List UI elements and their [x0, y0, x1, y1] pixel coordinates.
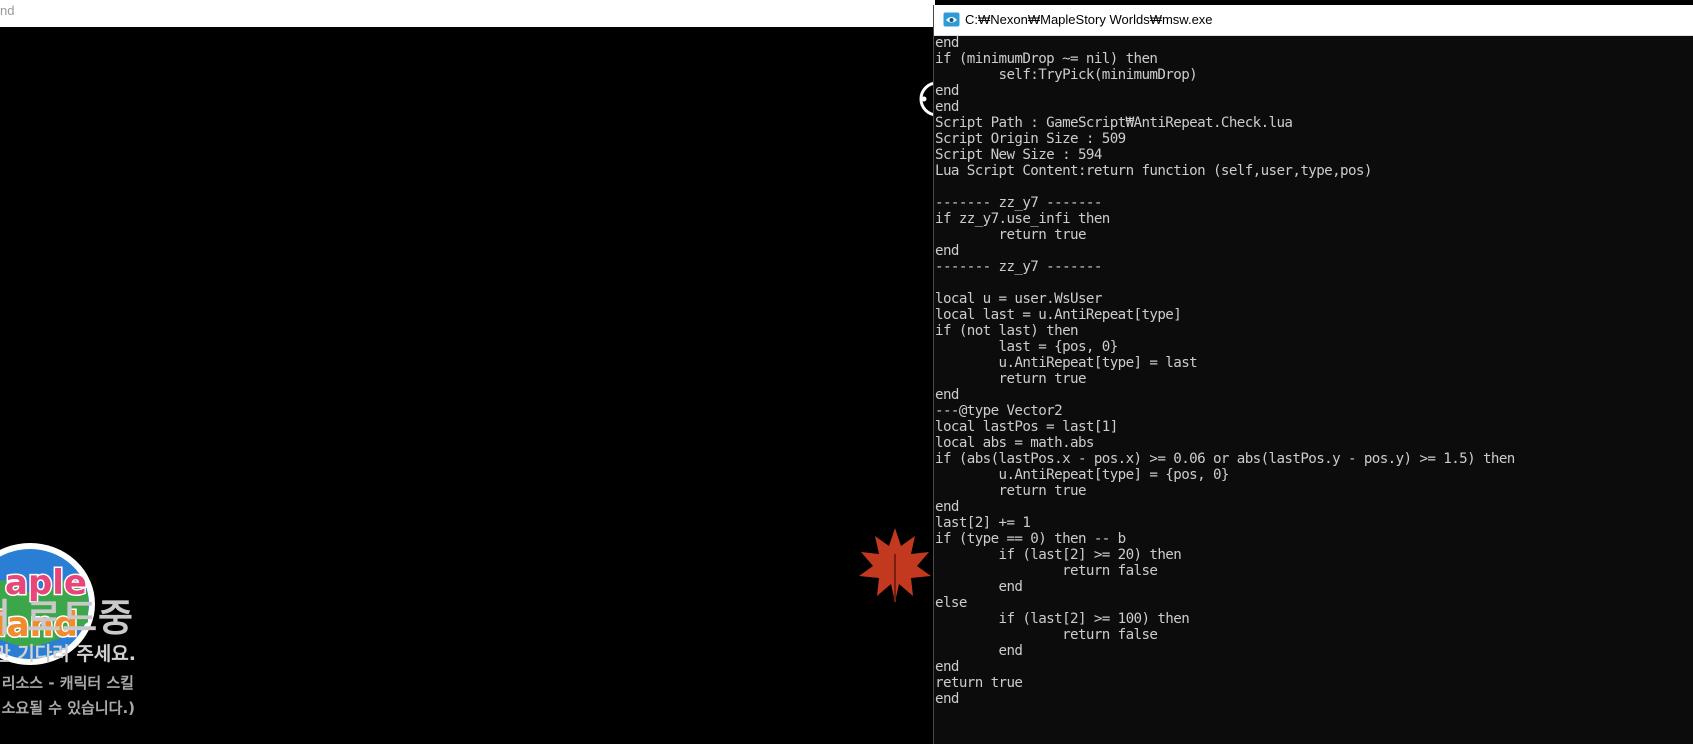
console-window[interactable]: C:₩Nexon₩MapleStory Worlds₩msw.exe end if… — [933, 5, 1693, 744]
console-line: last = {pos, 0} — [935, 339, 1119, 355]
console-line: local lastPos = last[1] — [935, 419, 1118, 435]
console-line: return false — [935, 563, 1158, 579]
desktop: nd aple land 데이터 로드중 잠시만 기다려 주세요. 불러오는 중… — [0, 0, 1693, 744]
console-line: else — [935, 595, 967, 611]
console-titlebar[interactable]: C:₩Nexon₩MapleStory Worlds₩msw.exe — [934, 5, 1693, 36]
console-line: local last = u.AntiRepeat[type] — [935, 307, 1182, 323]
console-line: return true — [935, 227, 1087, 243]
console-line: end — [935, 579, 1023, 595]
console-line: u.AntiRepeat[type] = {pos, 0} — [935, 467, 1230, 483]
console-line: if (type == 0) then -- b — [935, 531, 1126, 547]
console-line: ---@type Vector2 — [935, 403, 1063, 419]
console-line: local abs = math.abs — [935, 435, 1094, 451]
console-line: if (last[2] >= 100) then — [935, 611, 1190, 627]
console-line: Script Path : GameScript₩AntiRepeat.Chec… — [935, 115, 1293, 131]
game-window-title: nd — [0, 3, 15, 18]
loading-resource-status: 불러오는 중: 리소스 - 캐릭터 스킬 — [0, 674, 134, 692]
console-line: end — [935, 35, 959, 51]
game-loading-screen: aple land 데이터 로드중 잠시만 기다려 주세요. 불러오는 중: 리… — [0, 27, 955, 744]
console-line: if (minimumDrop ~= nil) then — [935, 51, 1158, 67]
console-line: if (last[2] >= 20) then — [935, 547, 1182, 563]
console-line: end — [935, 387, 959, 403]
console-line: Lua Script Content:return function (self… — [935, 163, 1372, 179]
loading-note: (리소스 다운로드에 다소 시간이 소요될 수 있습니다.) — [0, 699, 135, 717]
console-line: if zz_y7.use_infi then — [935, 211, 1110, 227]
console-line: self:TryPick(minimumDrop) — [935, 67, 1198, 83]
console-line: if (abs(lastPos.x - pos.x) >= 0.06 or ab… — [935, 451, 1515, 467]
console-line: end — [935, 691, 959, 707]
console-title: C:₩Nexon₩MapleStory Worlds₩msw.exe — [965, 12, 1213, 27]
loading-subtitle: 잠시만 기다려 주세요. — [0, 643, 136, 665]
loading-title: 데이터 로드중 — [0, 596, 134, 640]
console-line: end — [935, 643, 1023, 659]
game-window-titlebar[interactable]: nd — [0, 0, 935, 28]
console-app-icon — [943, 12, 960, 27]
console-output[interactable]: end if (minimumDrop ~= nil) then self:Try… — [935, 35, 1690, 740]
console-line: u.AntiRepeat[type] = last — [935, 355, 1198, 371]
console-line: end — [935, 83, 959, 99]
console-line: return false — [935, 627, 1158, 643]
console-line: end — [935, 659, 959, 675]
console-line: Script New Size : 594 — [935, 147, 1102, 163]
maple-leaf-icon — [859, 528, 931, 602]
console-line: ------- zz_y7 ------- — [935, 195, 1102, 211]
console-line: ------- zz_y7 ------- — [935, 259, 1102, 275]
console-line: local u = user.WsUser — [935, 291, 1102, 307]
console-line: end — [935, 99, 959, 115]
console-line: last[2] += 1 — [935, 515, 1031, 531]
console-line: return true — [935, 675, 1023, 691]
console-line: return true — [935, 483, 1087, 499]
console-line: end — [935, 243, 959, 259]
console-line: return true — [935, 371, 1087, 387]
console-line: Script Origin Size : 509 — [935, 131, 1126, 147]
console-line: end — [935, 499, 959, 515]
console-line: if (not last) then — [935, 323, 1079, 339]
